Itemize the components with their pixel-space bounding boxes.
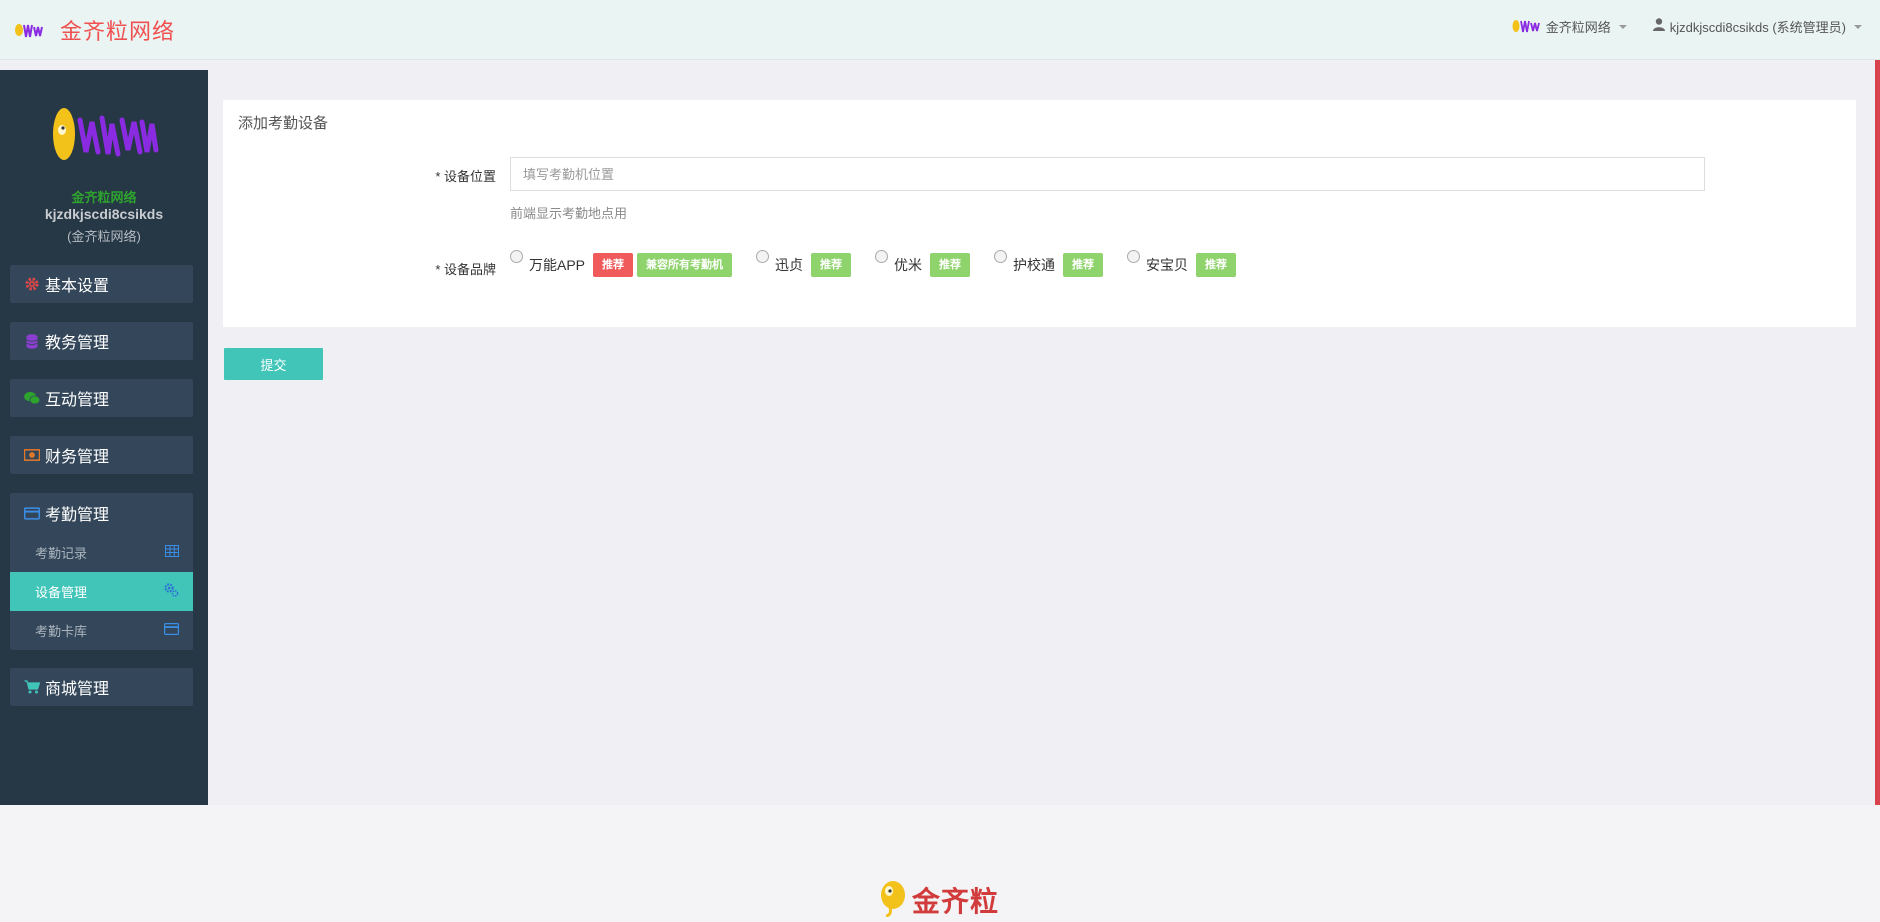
menu-group-basic: 基本设置 bbox=[10, 265, 193, 303]
brand-name: 金齐粒网络 bbox=[60, 19, 176, 44]
menu-group-attendance: 考勤管理 考勤记录 设备管理 考勤卡库 bbox=[10, 493, 193, 650]
user-label: kjzdkjscdi8csikds (系统管理员) bbox=[1669, 19, 1846, 35]
brand-label: * 设备品牌 bbox=[435, 262, 496, 277]
sidebar: 金齐粒网络 kjzdkjscdi8csikds (金齐粒网络) 基本设置 教务管… bbox=[0, 70, 208, 805]
sidebar-subitem-label: 设备管理 bbox=[35, 585, 88, 600]
brand-option-huxiaotong[interactable]: 护校通 推荐 bbox=[994, 250, 1104, 277]
sidebar-item-label: 财务管理 bbox=[45, 449, 110, 466]
org-switch-dropdown[interactable]: 金齐粒网络 bbox=[1512, 16, 1627, 36]
sidebar-item-label: 商城管理 bbox=[45, 681, 110, 698]
radio-button[interactable] bbox=[994, 250, 1008, 263]
sidebar-item-label: 教务管理 bbox=[45, 335, 110, 352]
chevron-down-icon bbox=[1618, 25, 1627, 29]
compatible-badge: 兼容所有考勤机 bbox=[637, 253, 733, 277]
sidebar-item-label: 考勤管理 bbox=[45, 507, 110, 524]
brand-option-label: 万能APP bbox=[529, 257, 586, 273]
org-logo-icon bbox=[1512, 16, 1542, 36]
menu-group-academic: 教务管理 bbox=[10, 322, 193, 360]
sidebar-org-name: 金齐粒网络 bbox=[71, 190, 137, 205]
sidebar-item-finance[interactable]: 财务管理 bbox=[10, 436, 193, 474]
sidebar-item-label: 基本设置 bbox=[45, 278, 110, 295]
sidebar-item-basic-settings[interactable]: 基本设置 bbox=[10, 265, 193, 303]
top-right-menu: 金齐粒网络 kjzdkjscdi8csikds (系统管理员) bbox=[1486, 16, 1862, 36]
attendance-submenu: 考勤记录 设备管理 考勤卡库 bbox=[10, 533, 193, 650]
location-input[interactable] bbox=[510, 157, 1705, 191]
menu-group-mall: 商城管理 bbox=[10, 668, 193, 706]
recommend-badge: 推荐 bbox=[1063, 253, 1104, 277]
add-device-panel: 添加考勤设备 * 设备位置 前端显示考勤地点用 * 设备品牌 万能APP 推荐 … bbox=[223, 100, 1856, 327]
sidebar-subitem-label: 考勤卡库 bbox=[35, 624, 88, 639]
radio-button[interactable] bbox=[756, 250, 770, 263]
user-icon bbox=[1652, 18, 1665, 34]
shopping-cart-icon bbox=[24, 679, 40, 695]
gear-icon bbox=[24, 276, 40, 292]
sidebar-role: (金齐粒网络) bbox=[67, 229, 141, 244]
menu-group-finance: 财务管理 bbox=[10, 436, 193, 474]
sidebar-item-attendance[interactable]: 考勤管理 bbox=[10, 493, 193, 533]
brand-radio-group: 万能APP 推荐 兼容所有考勤机 迅贞 推荐 优米 推荐 护校通 推荐 安宝贝 … bbox=[510, 250, 1260, 277]
location-label: * 设备位置 bbox=[435, 169, 496, 184]
top-navbar: 金齐粒网络 金齐粒网络 kjzdkjscdi8csikds (系统管理员) bbox=[0, 0, 1880, 60]
recommend-badge: 推荐 bbox=[930, 253, 971, 277]
wechat-icon bbox=[24, 390, 40, 406]
submit-button[interactable]: 提交 bbox=[224, 348, 323, 380]
brand-option-youmi[interactable]: 优米 推荐 bbox=[875, 250, 971, 277]
brand-option-label: 护校通 bbox=[1013, 257, 1056, 273]
org-switch-label: 金齐粒网络 bbox=[1545, 19, 1611, 35]
radio-button[interactable] bbox=[1127, 250, 1141, 263]
mascot-icon bbox=[878, 877, 908, 922]
sidebar-subitem-label: 考勤记录 bbox=[35, 546, 88, 561]
recommend-badge: 推荐 bbox=[593, 253, 634, 277]
sidebar-subitem-cards[interactable]: 考勤卡库 bbox=[10, 611, 193, 650]
footer-logo-text: 金齐粒 bbox=[912, 884, 1000, 918]
panel-title: 添加考勤设备 bbox=[238, 115, 329, 132]
money-icon bbox=[24, 447, 40, 463]
brand[interactable]: 金齐粒网络 bbox=[14, 14, 175, 46]
credit-card-icon bbox=[24, 505, 40, 521]
sidebar-item-label: 互动管理 bbox=[45, 392, 110, 409]
sidebar-item-mall[interactable]: 商城管理 bbox=[10, 668, 193, 706]
location-help-text: 前端显示考勤地点用 bbox=[510, 206, 628, 221]
brand-option-label: 迅贞 bbox=[775, 257, 804, 273]
recommend-badge: 推荐 bbox=[1196, 253, 1237, 277]
footer-logo: 金齐粒 bbox=[878, 877, 999, 922]
sidebar-item-academic[interactable]: 教务管理 bbox=[10, 322, 193, 360]
brand-logo-icon bbox=[14, 19, 46, 41]
sidebar-item-interactive[interactable]: 互动管理 bbox=[10, 379, 193, 417]
sidebar-username: kjzdkjscdi8csikds bbox=[44, 206, 164, 222]
database-icon bbox=[24, 333, 40, 349]
brand-option-wanneng[interactable]: 万能APP 推荐 兼容所有考勤机 bbox=[510, 250, 733, 277]
brand-option-label: 安宝贝 bbox=[1146, 257, 1189, 273]
user-dropdown[interactable]: kjzdkjscdi8csikds (系统管理员) bbox=[1652, 17, 1862, 36]
recommend-badge: 推荐 bbox=[811, 253, 852, 277]
brand-option-label: 优米 bbox=[894, 257, 923, 273]
sidebar-logo bbox=[50, 100, 160, 170]
chevron-down-icon bbox=[1854, 25, 1862, 29]
footer: 金齐粒 bbox=[0, 805, 1880, 922]
brand-option-xunzhen[interactable]: 迅贞 推荐 bbox=[756, 250, 852, 277]
credit-card-icon bbox=[164, 623, 180, 638]
radio-button[interactable] bbox=[510, 250, 523, 263]
brand-option-anbaobei[interactable]: 安宝贝 推荐 bbox=[1127, 250, 1237, 277]
table-icon bbox=[165, 545, 179, 560]
scrollbar[interactable] bbox=[1875, 60, 1880, 805]
gears-icon bbox=[164, 583, 179, 600]
sidebar-subitem-devices[interactable]: 设备管理 bbox=[10, 572, 193, 611]
radio-button[interactable] bbox=[875, 250, 889, 263]
menu-group-interactive: 互动管理 bbox=[10, 379, 193, 417]
sidebar-subitem-records[interactable]: 考勤记录 bbox=[10, 533, 193, 572]
